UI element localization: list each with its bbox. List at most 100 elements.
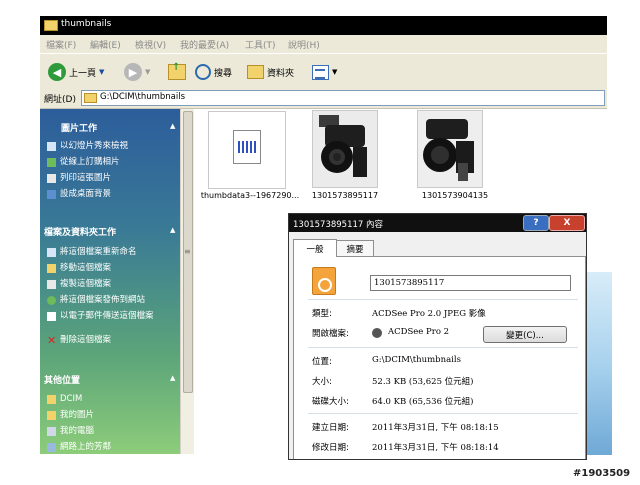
address-bar: 網址(D) G:\DCIM\thumbnails bbox=[40, 88, 607, 109]
dialog-titlebar[interactable]: 1301573895117 內容 ? X bbox=[289, 214, 586, 232]
task-publish[interactable]: 將這個檔案發佈到網站 bbox=[47, 295, 145, 305]
views-icon bbox=[312, 64, 329, 80]
modified-value: 2011年3月31日, 下午 08:18:14 bbox=[372, 443, 499, 453]
tab-general[interactable]: 一般 bbox=[293, 239, 337, 257]
size-value: 52.3 KB (53,625 位元組) bbox=[372, 377, 474, 387]
task-label: 移動這個檔案 bbox=[60, 263, 112, 273]
folders-button[interactable]: 資料夾 bbox=[247, 62, 294, 82]
camera-photo bbox=[418, 111, 482, 187]
file-thumbnail bbox=[312, 110, 378, 188]
print-icon bbox=[47, 174, 56, 183]
place-my-computer[interactable]: 我的電腦 bbox=[47, 426, 94, 436]
task-label: 列印這張圖片 bbox=[60, 173, 112, 183]
jpeg-file-icon bbox=[312, 267, 336, 295]
place-my-pictures[interactable]: 我的圖片 bbox=[47, 410, 94, 420]
up-folder-button[interactable]: ↑ bbox=[168, 62, 186, 82]
location-value: G:\DCIM\thumbnails bbox=[372, 355, 461, 365]
address-input[interactable]: G:\DCIM\thumbnails bbox=[81, 90, 605, 106]
filename-input[interactable]: 1301573895117 bbox=[370, 275, 571, 291]
place-label: 網路上的芳鄰 bbox=[60, 442, 112, 452]
back-label: 上一頁 bbox=[69, 68, 97, 79]
forward-arrow-icon: ▶ bbox=[124, 63, 142, 81]
modified-label: 修改日期: bbox=[312, 443, 349, 453]
address-label: 網址(D) bbox=[44, 95, 76, 105]
file-thumbnail bbox=[208, 111, 286, 189]
file-item[interactable]: 1301573904135 bbox=[410, 109, 500, 204]
folders-label: 資料夾 bbox=[267, 68, 295, 79]
menu-tools[interactable]: 工具(T) bbox=[245, 38, 276, 51]
file-item[interactable]: thumbdata3--1967290... bbox=[200, 109, 300, 204]
task-set-background[interactable]: 設成桌面背景 bbox=[47, 189, 111, 199]
back-arrow-icon: ◀ bbox=[48, 63, 66, 81]
folder-icon bbox=[44, 20, 58, 31]
change-button[interactable]: 變更(C)... bbox=[483, 326, 567, 343]
help-button[interactable]: ? bbox=[523, 215, 549, 231]
views-button[interactable]: ▼ bbox=[312, 62, 337, 82]
menu-favorites[interactable]: 我的最愛(A) bbox=[180, 38, 229, 51]
place-label: DCIM bbox=[60, 394, 83, 404]
address-value: G:\DCIM\thumbnails bbox=[100, 92, 186, 102]
copy-icon bbox=[47, 280, 56, 289]
general-tab-panel: 1301573895117 類型: ACDSee Pro 2.0 JPEG 影像… bbox=[293, 256, 586, 459]
task-label: 以電子郵件傳送這個檔案 bbox=[60, 311, 154, 321]
search-button[interactable]: 搜尋 bbox=[195, 62, 232, 82]
collapse-icon[interactable]: ▲ bbox=[170, 122, 175, 130]
dialog-title: 1301573895117 內容 bbox=[293, 220, 384, 230]
acdsee-icon bbox=[372, 328, 382, 338]
collapse-icon[interactable]: ▲ bbox=[170, 226, 175, 234]
task-label: 刪除這個檔案 bbox=[60, 335, 112, 345]
type-label: 類型: bbox=[312, 309, 332, 319]
delete-icon: ✕ bbox=[47, 334, 57, 347]
size-label: 大小: bbox=[312, 377, 332, 387]
divider bbox=[308, 347, 578, 348]
close-button[interactable]: X bbox=[549, 215, 585, 231]
open-with-label: 開啟檔案: bbox=[312, 329, 349, 339]
task-label: 設成桌面背景 bbox=[60, 189, 112, 199]
file-name: 1301573895117 bbox=[311, 191, 379, 200]
collapse-icon[interactable]: ▲ bbox=[170, 374, 175, 382]
task-label: 將這個檔案重新命名 bbox=[60, 247, 137, 257]
task-delete[interactable]: ✕ 刪除這個檔案 bbox=[47, 334, 112, 347]
document-icon bbox=[233, 130, 261, 164]
rename-icon bbox=[47, 248, 56, 257]
task-label: 將這個檔案發佈到網站 bbox=[60, 295, 146, 305]
window-titlebar[interactable]: thumbnails bbox=[40, 16, 607, 35]
file-item[interactable]: 1301573895117 bbox=[305, 109, 395, 204]
menu-view[interactable]: 檢視(V) bbox=[135, 38, 166, 51]
picture-tasks-title[interactable]: 圖片工作 bbox=[61, 121, 97, 134]
place-label: 我的圖片 bbox=[60, 410, 95, 420]
task-move[interactable]: 移動這個檔案 bbox=[47, 263, 111, 273]
watermark: #1903509 bbox=[573, 468, 631, 479]
place-network[interactable]: 網路上的芳鄰 bbox=[47, 442, 111, 452]
camera-photo bbox=[313, 111, 377, 187]
menu-help[interactable]: 說明(H) bbox=[288, 38, 320, 51]
created-value: 2011年3月31日, 下午 08:18:15 bbox=[372, 423, 499, 433]
back-button[interactable]: ◀ 上一頁 ▼ bbox=[48, 62, 104, 82]
email-icon bbox=[47, 312, 56, 321]
folder-icon bbox=[47, 395, 56, 404]
task-label: 複製這個檔案 bbox=[60, 279, 112, 289]
task-pane-scrollbar[interactable]: ≡ bbox=[180, 109, 194, 454]
menu-edit[interactable]: 編輯(E) bbox=[90, 38, 121, 51]
window-title: thumbnails bbox=[61, 19, 112, 29]
task-print[interactable]: 列印這張圖片 bbox=[47, 173, 111, 183]
task-order-prints[interactable]: 從線上訂購相片 bbox=[47, 157, 120, 167]
location-label: 位置: bbox=[312, 357, 332, 367]
toolbar: ◀ 上一頁 ▼ ▶ ▼ ↑ 搜尋 資料夾 ▼ bbox=[40, 53, 607, 90]
place-dcim[interactable]: DCIM bbox=[47, 394, 82, 404]
disk-size-label: 磁碟大小: bbox=[312, 397, 349, 407]
other-places-title[interactable]: 其他位置 bbox=[44, 373, 80, 386]
file-tasks-title[interactable]: 檔案及資料夾工作 bbox=[44, 225, 116, 238]
created-label: 建立日期: bbox=[312, 423, 349, 433]
task-copy[interactable]: 複製這個檔案 bbox=[47, 279, 111, 289]
tab-summary[interactable]: 摘要 bbox=[336, 240, 374, 257]
task-email[interactable]: 以電子郵件傳送這個檔案 bbox=[47, 311, 167, 321]
forward-button[interactable]: ▶ ▼ bbox=[124, 62, 150, 82]
task-rename[interactable]: 將這個檔案重新命名 bbox=[47, 247, 137, 257]
task-slideshow[interactable]: 以幻燈片秀來檢視 bbox=[47, 141, 128, 151]
order-prints-icon bbox=[47, 158, 56, 167]
pictures-folder-icon bbox=[47, 411, 56, 420]
slideshow-icon bbox=[47, 142, 56, 151]
menu-file[interactable]: 檔案(F) bbox=[46, 38, 76, 51]
chevron-down-icon: ▼ bbox=[145, 68, 151, 76]
